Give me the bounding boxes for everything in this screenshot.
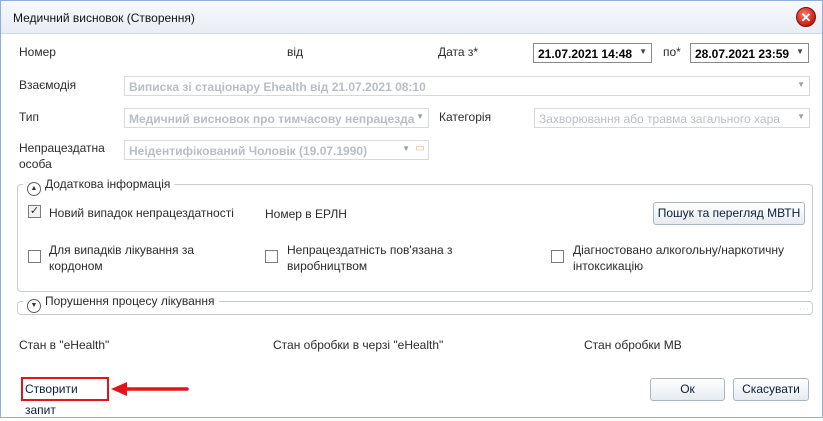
abroad-checkbox[interactable]: [28, 250, 41, 263]
type-field[interactable]: Медичний висновок про тимчасову непрацез…: [124, 108, 429, 128]
date-to-field[interactable]: 28.07.2021 23:59 ▼: [690, 43, 809, 63]
alcohol-checkbox[interactable]: [551, 250, 564, 263]
category-field[interactable]: Захворювання або травма загального хара …: [534, 108, 810, 128]
ehealth-status-label: Стан в "eHealth": [19, 338, 110, 352]
production-label: Непрацездатність пов'язана з виробництво…: [287, 243, 453, 273]
date-to-value: 28.07.2021 23:59: [695, 47, 790, 61]
chevron-down-icon[interactable]: ▼: [27, 299, 41, 313]
category-label: Категорія: [439, 110, 492, 124]
cancel-button[interactable]: Скасувати: [733, 378, 809, 401]
chevron-down-icon[interactable]: ▼: [639, 47, 647, 56]
close-icon: ✕: [800, 10, 812, 25]
new-case-label: Новий випадок непрацездатності: [49, 206, 234, 220]
chevron-down-icon[interactable]: ▼: [414, 112, 424, 121]
type-label: Тип: [19, 110, 40, 124]
highlight-box: [21, 377, 109, 401]
violation-title: Порушення процесу лікування: [45, 294, 215, 308]
chevron-down-icon[interactable]: ▼: [795, 112, 805, 121]
violation-header[interactable]: ▼ Порушення процесу лікування: [23, 294, 219, 313]
date-from-value: 21.07.2021 14:48: [538, 47, 633, 61]
from-label: від: [287, 45, 304, 59]
chevron-down-icon[interactable]: ▼: [402, 144, 410, 153]
collapsed-indicator: ⋯: [799, 304, 809, 315]
date-to-label: по*: [663, 45, 681, 59]
alcohol-label: Діагностовано алкогольну/наркотичну інто…: [573, 243, 785, 273]
title-bar: Медичний висновок (Створення) ✕: [1, 1, 822, 34]
date-from-label: Дата з*: [438, 45, 479, 59]
person-value: Неідентифікований Чоловік (19.07.1990): [129, 144, 368, 158]
ok-button[interactable]: Ок: [650, 378, 725, 401]
chevron-down-icon[interactable]: ▼: [797, 80, 805, 89]
production-checkbox[interactable]: [265, 250, 278, 263]
date-from-field[interactable]: 21.07.2021 14:48 ▼: [533, 43, 652, 63]
erln-label: Номер в ЕРЛН: [265, 207, 347, 221]
person-label: Непрацездатна особа: [19, 141, 105, 171]
additional-info-group: [17, 184, 813, 292]
search-mvtn-button[interactable]: Пошук та перегляд МВТН: [653, 202, 805, 225]
additional-info-header[interactable]: ▲ Додаткова інформація: [23, 177, 175, 196]
checkmark-icon: ✓: [29, 205, 40, 217]
folder-icon[interactable]: ▭: [416, 143, 425, 154]
additional-info-title: Додаткова інформація: [45, 177, 171, 191]
type-value: Медичний висновок про тимчасову непрацез…: [129, 112, 415, 126]
dialog-window: Медичний висновок (Створення) ✕ Номер ві…: [0, 0, 823, 418]
arrow-left-icon: [111, 382, 189, 396]
abroad-label: Для випадків лікування за кордоном: [49, 243, 195, 273]
interaction-value: Виписка зі стаціонару Ehealth від 21.07.…: [129, 80, 426, 94]
number-label: Номер: [19, 45, 56, 59]
window-title: Медичний висновок (Створення): [13, 11, 195, 25]
new-case-checkbox[interactable]: ✓: [28, 205, 41, 218]
mv-status-label: Стан обробки МВ: [584, 338, 682, 352]
chevron-up-icon[interactable]: ▲: [27, 182, 41, 196]
person-field[interactable]: Неідентифікований Чоловік (19.07.1990) ▼…: [124, 140, 429, 160]
chevron-down-icon[interactable]: ▼: [796, 47, 804, 56]
interaction-label: Взаємодія: [19, 78, 77, 92]
queue-status-label: Стан обробки в черзі "eHealth": [273, 338, 444, 352]
interaction-field[interactable]: Виписка зі стаціонару Ehealth від 21.07.…: [124, 76, 810, 96]
close-button[interactable]: ✕: [796, 7, 816, 27]
category-value: Захворювання або травма загального хара: [539, 112, 780, 126]
